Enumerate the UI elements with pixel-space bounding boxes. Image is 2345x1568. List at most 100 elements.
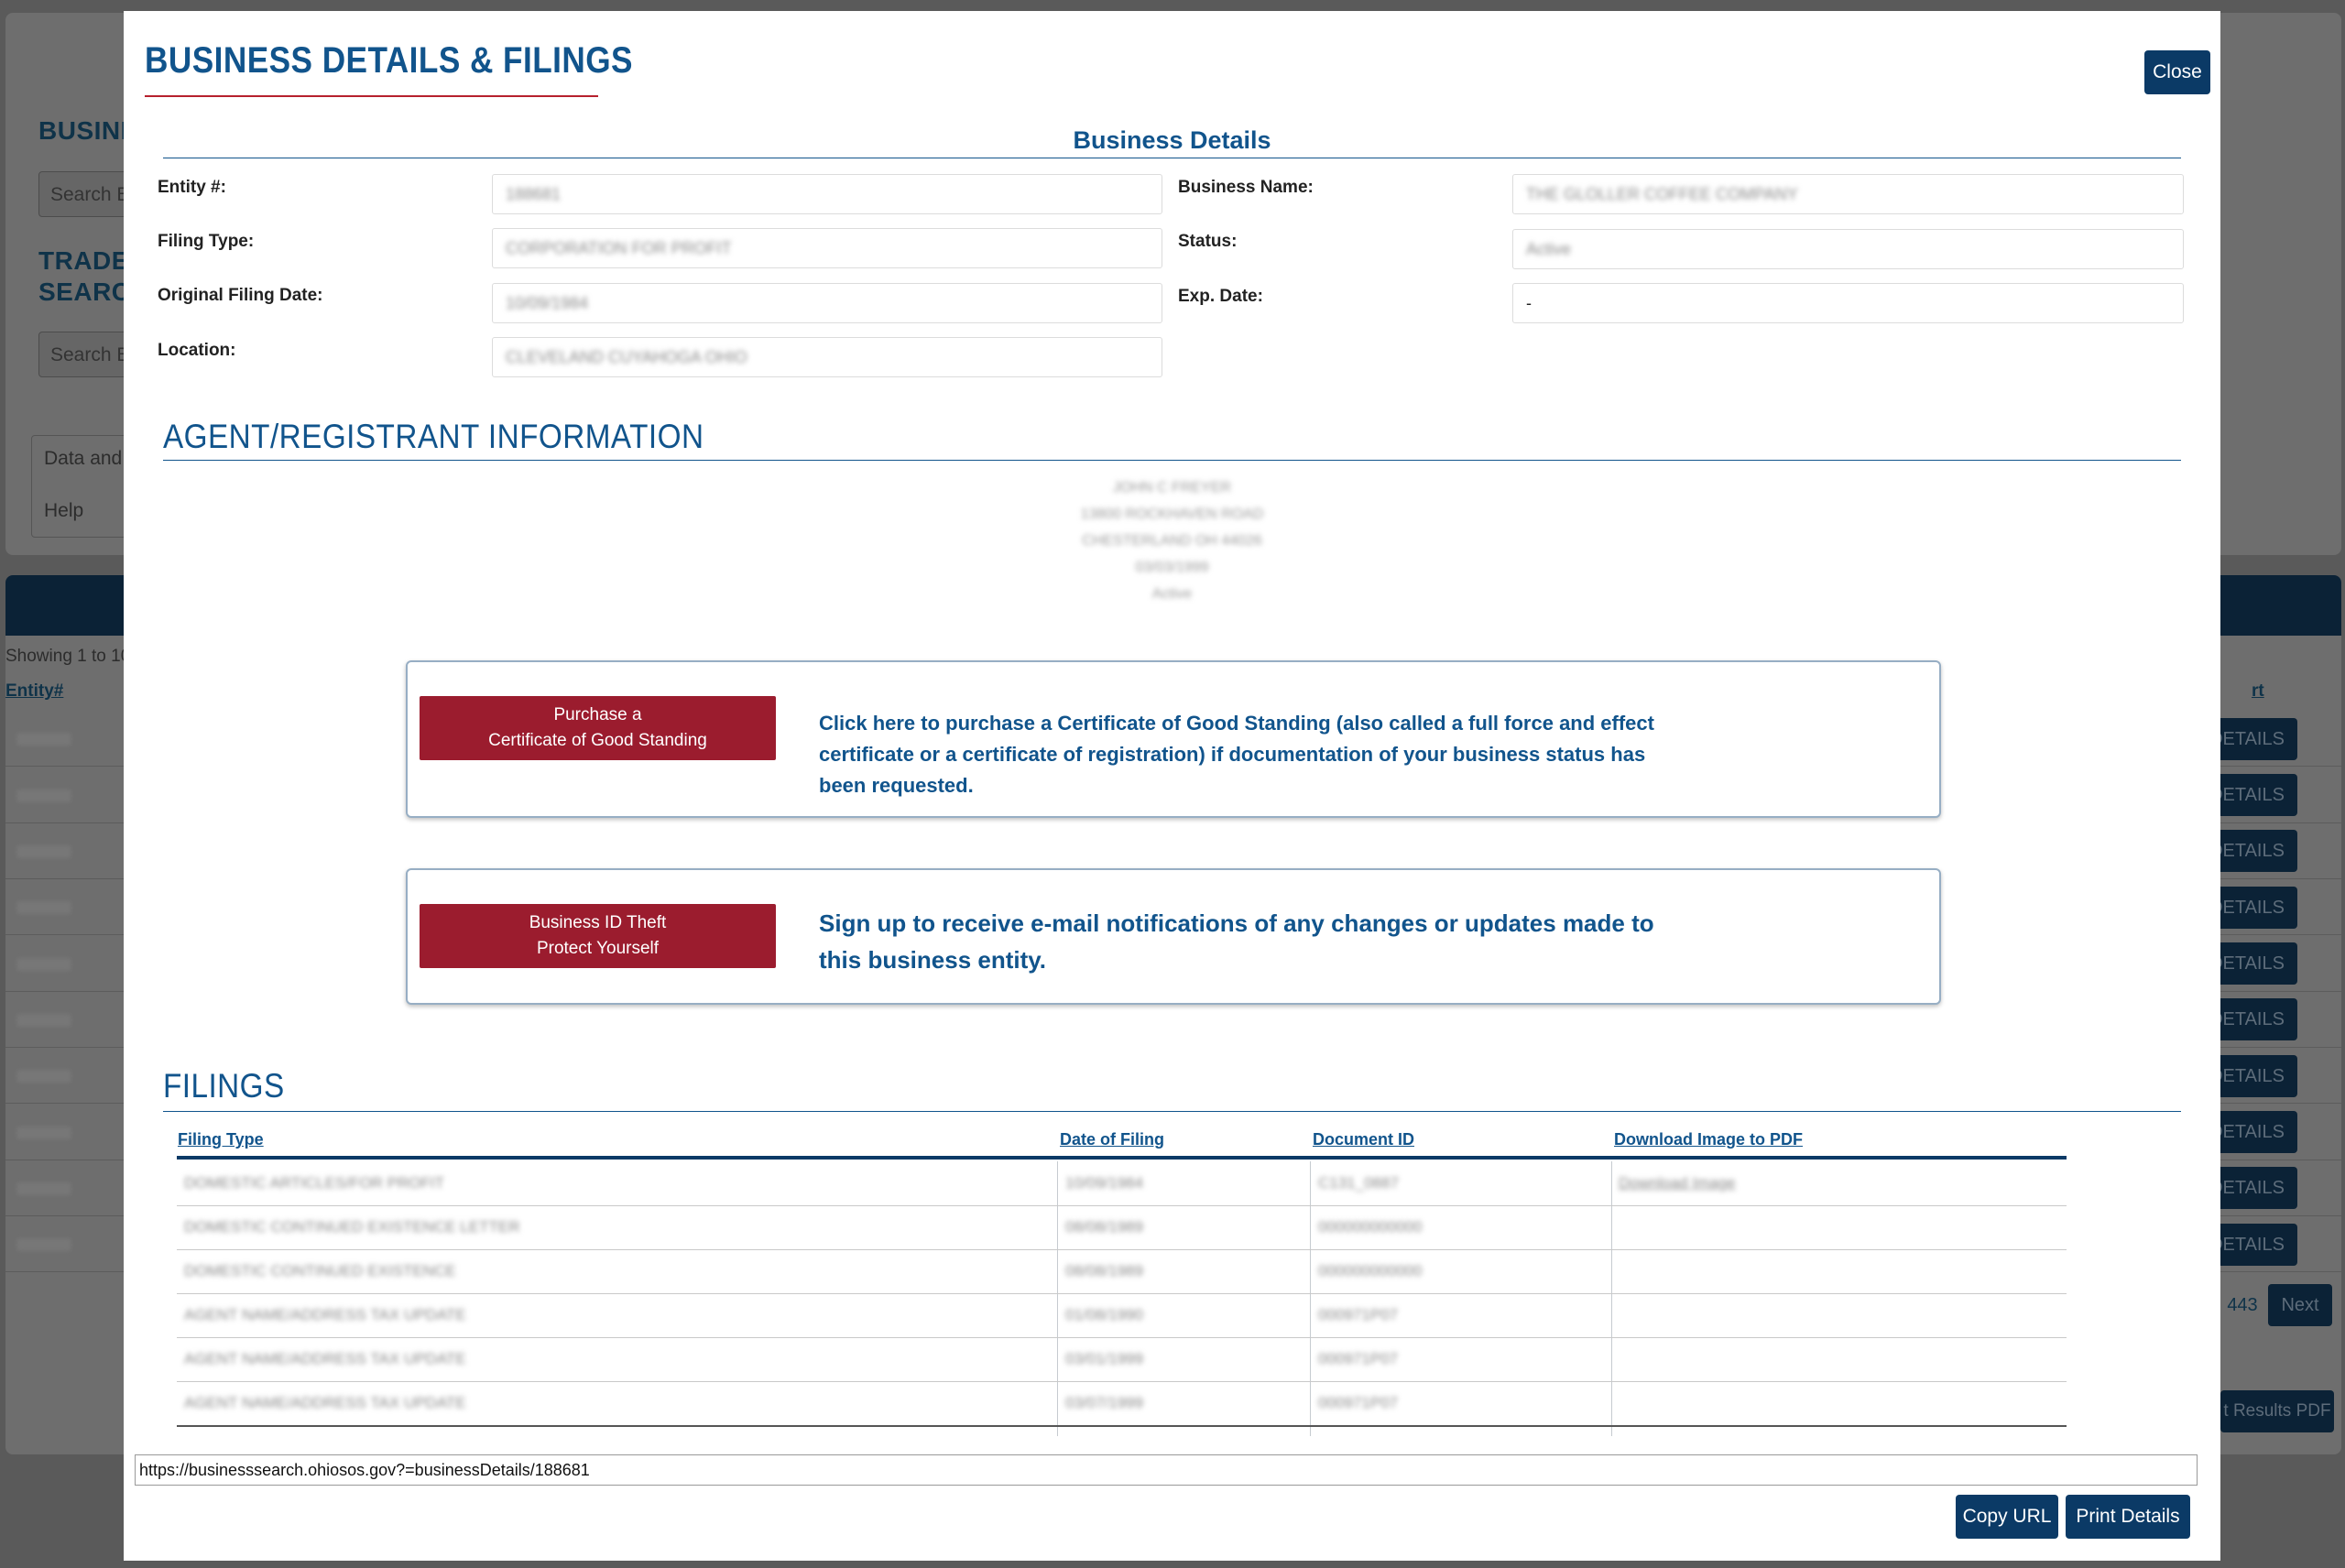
- download-image-link[interactable]: Download Image: [1619, 1161, 1736, 1205]
- id-theft-text-line2: this business entity.: [819, 946, 1047, 974]
- filing-type-cell: AGENT NAME/ADDRESS TAX UPDATE: [184, 1306, 466, 1323]
- agent-heading: AGENT/REGISTRANT INFORMATION: [163, 418, 704, 455]
- document-id-cell: 000971P07: [1318, 1350, 1398, 1367]
- entity-label: Entity #:: [158, 178, 226, 197]
- bg-cell: [16, 845, 71, 858]
- filings-rule: [163, 1111, 2181, 1112]
- purchase-certificate-line1: Purchase a: [553, 705, 642, 724]
- copy-url-button[interactable]: Copy URL: [1956, 1495, 2058, 1539]
- good-standing-text-line1: Click here to purchase a Certificate of …: [819, 712, 1654, 735]
- page-number-button[interactable]: 443: [2217, 1284, 2268, 1326]
- col-date-of-filing[interactable]: Date of Filing: [1060, 1130, 1164, 1149]
- filing-row: DOMESTIC ARTICLES/FOR PROFIT 10/09/1984 …: [177, 1161, 2067, 1206]
- agent-status: Active: [1151, 586, 1193, 602]
- id-theft-card: Business ID Theft Protect Yourself Sign …: [406, 868, 1941, 1005]
- purchase-certificate-button[interactable]: Purchase a Certificate of Good Standing: [420, 696, 776, 760]
- business-details-heading: Business Details: [1073, 126, 1271, 154]
- location-field: CLEVELAND CUYAHOGA OHIO: [492, 337, 1162, 377]
- showing-count: Showing 1 to 10: [5, 647, 131, 666]
- bg-cell: [16, 958, 71, 971]
- good-standing-text-line2: certificate or a certificate of registra…: [819, 743, 1646, 766]
- agent-rule: [163, 460, 2181, 461]
- original-filing-date-value: 10/09/1984: [506, 294, 589, 312]
- bg-cell: [16, 901, 71, 914]
- filing-row: AGENT NAME/ADDRESS TAX UPDATE 01/08/1990…: [177, 1293, 2067, 1338]
- title-underline: [145, 95, 598, 97]
- bg-cell: [16, 1127, 71, 1139]
- location-label: Location:: [158, 341, 236, 360]
- filing-row: DOMESTIC CONTINUED EXISTENCE LETTER 08/0…: [177, 1205, 2067, 1250]
- filing-date-cell: 03/07/1999: [1065, 1394, 1144, 1411]
- business-details-modal: BUSINESS DETAILS & FILINGS Close Busines…: [124, 11, 2220, 1561]
- filing-type-cell: AGENT NAME/ADDRESS TAX UPDATE: [184, 1350, 466, 1367]
- good-standing-card: Purchase a Certificate of Good Standing …: [406, 660, 1941, 818]
- location-value: CLEVELAND CUYAHOGA OHIO: [506, 348, 747, 366]
- status-field: Active: [1512, 229, 2184, 269]
- filing-row: DOMESTIC CONTINUED EXISTENCE 08/08/1989 …: [177, 1249, 2067, 1294]
- exp-date-field: -: [1512, 283, 2184, 323]
- original-filing-date-label: Original Filing Date:: [158, 286, 323, 305]
- business-name-field: THE GLOLLER COFFEE COMPANY: [1512, 174, 2184, 214]
- purchase-certificate-line2: Certificate of Good Standing: [488, 731, 707, 750]
- document-id-cell: C131_0887: [1318, 1174, 1399, 1192]
- next-page-button[interactable]: Next: [2268, 1284, 2332, 1326]
- business-name-label: Business Name:: [1178, 178, 1314, 197]
- filing-row: AGENT NAME/ADDRESS TAX UPDATE 03/07/1999…: [177, 1381, 2067, 1427]
- filing-type-label: Filing Type:: [158, 232, 255, 251]
- good-standing-text: Click here to purchase a Certificate of …: [819, 708, 1654, 801]
- id-theft-text: Sign up to receive e-mail notifications …: [819, 905, 1654, 978]
- bg-cell: [16, 733, 71, 746]
- filing-type-cell: DOMESTIC ARTICLES/FOR PROFIT: [184, 1174, 444, 1192]
- entity-column-header[interactable]: Entity#: [5, 681, 63, 702]
- filing-date-cell: 10/09/1984: [1065, 1174, 1144, 1192]
- bg-cell: [16, 1070, 71, 1083]
- close-button[interactable]: Close: [2144, 50, 2210, 94]
- document-id-cell: 000971P07: [1318, 1394, 1398, 1411]
- document-id-cell: 000000000000: [1318, 1218, 1423, 1236]
- print-details-button[interactable]: Print Details: [2066, 1495, 2190, 1539]
- id-theft-button-line2: Protect Yourself: [536, 939, 660, 958]
- filing-type-cell: AGENT NAME/ADDRESS TAX UPDATE: [184, 1394, 466, 1411]
- filings-heading: FILINGS: [163, 1067, 285, 1105]
- filing-date-cell: 08/08/1989: [1065, 1218, 1144, 1236]
- col-download-pdf[interactable]: Download Image to PDF: [1614, 1130, 1803, 1149]
- filing-date-cell: 01/08/1990: [1065, 1306, 1144, 1323]
- agent-name: JOHN C FREYER: [1113, 480, 1231, 495]
- filing-date-cell: 08/08/1989: [1065, 1262, 1144, 1279]
- agent-address-line: 13800 ROCKHAVEN ROAD: [1080, 506, 1264, 522]
- document-id-cell: 000971P07: [1318, 1306, 1398, 1323]
- filing-date-cell: 03/01/1999: [1065, 1350, 1144, 1367]
- exp-date-value: -: [1526, 294, 1532, 312]
- original-filing-date-field: 10/09/1984: [492, 283, 1162, 323]
- status-value: Active: [1526, 240, 1572, 258]
- help-link[interactable]: Help: [44, 500, 83, 522]
- modal-title: BUSINESS DETAILS & FILINGS: [145, 40, 633, 81]
- sort-column-header[interactable]: rt: [2252, 681, 2264, 702]
- business-id-theft-button[interactable]: Business ID Theft Protect Yourself: [420, 904, 776, 968]
- filing-type-cell: DOMESTIC CONTINUED EXISTENCE: [184, 1262, 456, 1279]
- status-label: Status:: [1178, 232, 1238, 251]
- bg-cell: [16, 1182, 71, 1195]
- good-standing-text-line3: been requested.: [819, 774, 974, 797]
- agent-date: 03/03/1999: [1135, 560, 1209, 575]
- filing-type-field: CORPORATION FOR PROFIT: [492, 228, 1162, 268]
- id-theft-button-line1: Business ID Theft: [529, 913, 667, 932]
- business-url-field[interactable]: [135, 1454, 2198, 1486]
- entity-field: 188681: [492, 174, 1162, 214]
- col-filing-type[interactable]: Filing Type: [178, 1130, 264, 1149]
- results-pdf-button[interactable]: t Results PDF: [2220, 1390, 2334, 1432]
- entity-value: 188681: [506, 185, 562, 203]
- bg-cell: [16, 1014, 71, 1027]
- bg-cell: [16, 1238, 71, 1251]
- filing-type-cell: DOMESTIC CONTINUED EXISTENCE LETTER: [184, 1218, 520, 1236]
- filings-header-rule: [177, 1156, 2067, 1160]
- bg-cell: [16, 789, 71, 802]
- filing-type-value: CORPORATION FOR PROFIT: [506, 239, 732, 257]
- filing-row: AGENT NAME/ADDRESS TAX UPDATE 03/01/1999…: [177, 1337, 2067, 1382]
- exp-date-label: Exp. Date:: [1178, 287, 1263, 306]
- id-theft-text-line1: Sign up to receive e-mail notifications …: [819, 909, 1654, 937]
- data-link[interactable]: Data and: [44, 448, 122, 470]
- col-document-id[interactable]: Document ID: [1313, 1130, 1414, 1149]
- document-id-cell: 000000000000: [1318, 1262, 1423, 1279]
- agent-city-line: CHESTERLAND OH 44026: [1082, 533, 1262, 549]
